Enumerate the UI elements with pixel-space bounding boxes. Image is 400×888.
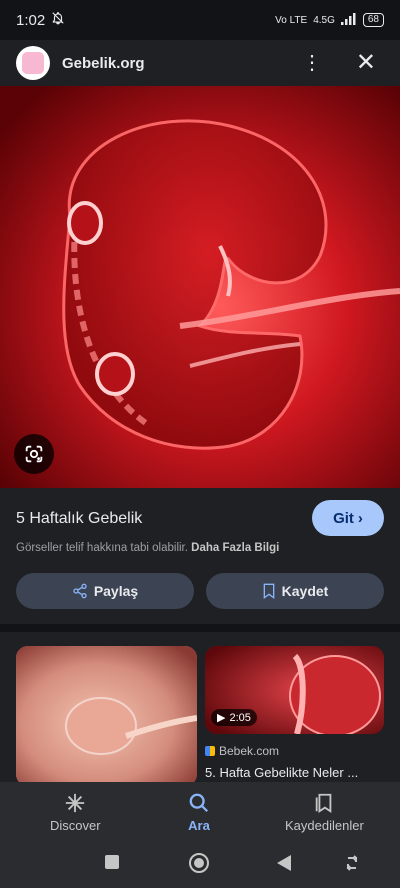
chevron-right-icon: ›: [357, 509, 363, 527]
more-info-link[interactable]: Daha Fazla Bilgi: [191, 542, 279, 554]
nav-discover-label: Discover: [50, 818, 101, 833]
share-button[interactable]: Paylaş: [16, 573, 194, 609]
status-time: 1:02: [16, 11, 46, 29]
hero-image[interactable]: [0, 86, 400, 488]
bookmark-icon: [263, 583, 274, 599]
signal-icon: [340, 12, 357, 28]
visit-button[interactable]: Git ›: [312, 500, 384, 536]
lens-icon: [25, 445, 43, 463]
result-info-panel: 5 Haftalık Gebelik Git › Görseller telif…: [0, 488, 400, 624]
related-source-name: Bebek.com: [219, 744, 280, 758]
related-image-card[interactable]: [16, 646, 197, 782]
embryo-illustration: [0, 86, 400, 488]
google-lens-button[interactable]: [14, 434, 54, 474]
nav-search[interactable]: Ara: [188, 792, 210, 833]
license-text: Görseller telif hakkına tabi olabilir.: [16, 542, 188, 554]
video-duration: 2:05: [229, 711, 251, 724]
video-duration-badge: ▶ 2:05: [211, 709, 257, 726]
rotate-icon[interactable]: [344, 854, 360, 877]
discover-icon: [66, 793, 85, 813]
back-icon[interactable]: [276, 854, 292, 877]
play-icon: ▶: [217, 712, 226, 724]
home-icon[interactable]: [188, 852, 210, 879]
site-name[interactable]: Gebelik.org: [62, 55, 145, 72]
visit-button-label: Git: [333, 509, 354, 527]
source-header: Gebelik.org ⋮ ✕: [0, 40, 400, 86]
share-label: Paylaş: [93, 583, 139, 599]
battery-level: 68: [362, 13, 384, 27]
saved-collections-icon: [316, 793, 332, 813]
section-divider: [0, 624, 400, 632]
nav-saved-label: Kaydedilenler: [285, 818, 364, 833]
close-icon[interactable]: ✕: [356, 48, 376, 77]
status-bar: 1:02 Vo LTE 4.5G 68: [0, 0, 400, 40]
nav-discover[interactable]: Discover: [50, 792, 101, 833]
related-source: Bebek.com: [205, 744, 279, 758]
related-title[interactable]: 5. Hafta Gebelikte Neler ...: [205, 765, 384, 780]
recents-icon[interactable]: [104, 854, 120, 875]
save-button[interactable]: Kaydet: [206, 573, 384, 609]
system-navigation-bar: [0, 840, 400, 888]
notifications-off-icon: [51, 11, 65, 29]
site-logo[interactable]: [16, 46, 50, 80]
save-label: Kaydet: [281, 583, 329, 599]
result-title: 5 Haftalık Gebelik: [16, 510, 143, 527]
volte-badge: Vo LTE: [275, 14, 308, 26]
related-results: ▶ 2:05 Bebek.com 5. Hafta Gebelikte Nele…: [0, 632, 400, 782]
bottom-navigation: Discover Ara Kaydedilenler: [0, 782, 400, 840]
network-type: 4.5G: [313, 14, 335, 26]
related-video-card[interactable]: ▶ 2:05: [205, 646, 384, 734]
share-icon: [73, 583, 87, 599]
license-notice: Görseller telif hakkına tabi olabilir. D…: [16, 542, 279, 554]
search-icon: [189, 793, 209, 813]
nav-search-label: Ara: [188, 818, 210, 833]
more-options-icon[interactable]: ⋮: [300, 50, 324, 75]
related-thumbnail: [16, 646, 197, 782]
nav-saved[interactable]: Kaydedilenler: [285, 792, 364, 833]
favicon-icon: [205, 746, 215, 756]
